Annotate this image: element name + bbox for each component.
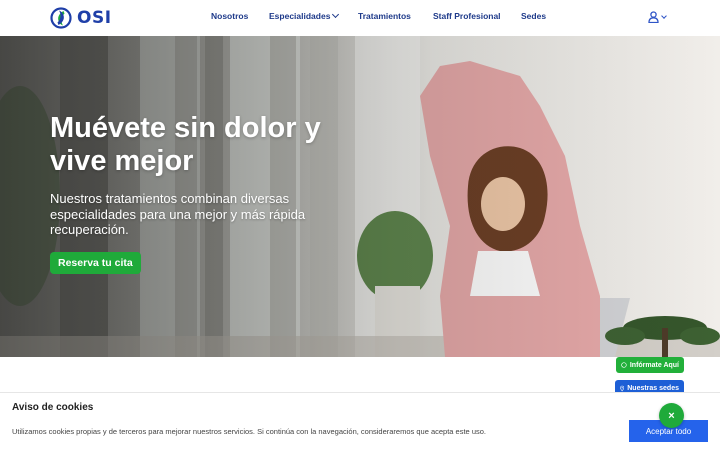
page: OSI Nosotros Especialidades Tratamientos… <box>0 0 720 450</box>
logo-text: OSI <box>77 8 112 28</box>
nav-item-nosotros[interactable]: Nosotros <box>211 11 248 21</box>
cookie-text: Utilizamos cookies propias y de terceros… <box>12 427 486 436</box>
nav-item-especialidades[interactable]: Especialidades <box>269 10 340 21</box>
nav-item-tratamientos[interactable]: Tratamientos <box>358 11 411 21</box>
hero-title: Muévete sin dolor y vive mejor <box>50 112 321 177</box>
user-icon <box>648 11 659 23</box>
nav-item-label: Staff Profesional <box>433 11 501 21</box>
book-appointment-button[interactable]: Reserva tu cita <box>50 252 141 274</box>
nav-item-staff-profesional[interactable]: Staff Profesional <box>433 11 501 21</box>
nav-item-sedes[interactable]: Sedes <box>521 11 546 21</box>
cookie-title: Aviso de cookies <box>12 402 94 413</box>
logo[interactable]: OSI <box>50 7 112 29</box>
hero-section: Muévete sin dolor y vive mejor Nuestros … <box>0 36 720 357</box>
site-header: OSI Nosotros Especialidades Tratamientos… <box>0 0 720 36</box>
locations-button-label: Nuestras sedes <box>627 384 679 392</box>
hero-subtitle: Nuestros tratamientos combinan diversas … <box>50 191 306 237</box>
nav-item-label: Tratamientos <box>358 11 411 21</box>
osi-logo-icon <box>50 7 72 29</box>
nav-item-label: Especialidades <box>269 11 331 21</box>
user-menu-button[interactable] <box>648 11 667 23</box>
cookie-banner: Aviso de cookies Utilizamos cookies prop… <box>0 392 720 450</box>
whatsapp-button-label: Infórmate Aquí <box>629 361 679 369</box>
whatsapp-info-button[interactable]: Infórmate Aquí <box>616 357 684 373</box>
whatsapp-icon <box>621 362 627 368</box>
close-icon[interactable]: × <box>659 403 684 428</box>
nav-item-label: Sedes <box>521 11 547 21</box>
nav-item-label: Nosotros <box>211 11 249 21</box>
chevron-down-icon <box>332 10 340 19</box>
chevron-down-icon <box>661 12 667 19</box>
